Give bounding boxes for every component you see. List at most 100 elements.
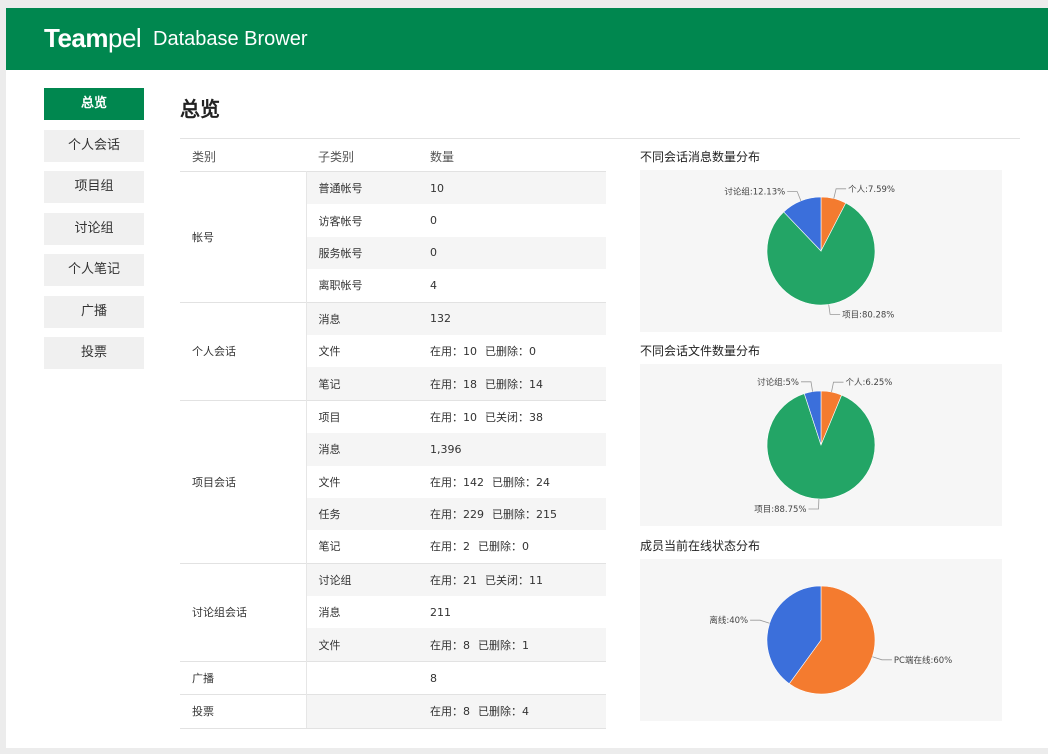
subcategory-cell: 普通帐号 (306, 171, 418, 205)
pie-leader-line (801, 381, 813, 392)
brand-bold: Team (44, 23, 109, 53)
count-value: 在用：18 (430, 377, 477, 391)
count-cell: 在用：8 已删除：1 (418, 628, 606, 662)
subcategory-cell: 消息 (306, 433, 418, 466)
count-value: 211 (430, 605, 451, 619)
category-cell: 个人会话 (180, 301, 307, 401)
table-row: 广播 8 (180, 660, 606, 695)
chart-title: 成员当前在线状态分布 (640, 539, 761, 553)
count-cell: 8 (418, 660, 606, 695)
count-value: 在用：229 (430, 508, 484, 522)
app-title: Database Brower (153, 28, 308, 50)
count-value: 4 (430, 278, 437, 292)
chart-area: PC端在线:60% 离线:40% (640, 559, 1002, 721)
category-cell: 投票 (180, 694, 307, 729)
header-category: 类别 (192, 149, 217, 164)
table-row: 投票 在用：8 已删除：4 (180, 694, 606, 729)
brand-logo: Teampel (44, 23, 142, 54)
count-value: 在用：10 (430, 345, 477, 359)
count-cell: 1,396 (418, 433, 606, 466)
subcategory-cell: 离职帐号 (318, 279, 363, 293)
table-row: 讨论组会话 讨论组 在用：21 已关闭：11 (180, 562, 606, 662)
count-cell: 在用：142 已删除：24 (418, 466, 606, 498)
count-cell: 在用：18 已删除：14 (418, 367, 606, 401)
count-value: 已关闭：38 (485, 410, 543, 424)
subcategory-cell (306, 660, 418, 695)
sidebar-item-5[interactable]: 广播 (44, 295, 144, 328)
count-value: 已删除：1 (478, 638, 529, 652)
chart-online-status: 成员当前在线状态分布 PC端在线:60% 离线:40% (640, 537, 1002, 721)
chart-title: 不同会话文件数量分布 (640, 344, 761, 358)
subcategory-cell: 笔记 (318, 540, 341, 554)
pie-leader-line (750, 619, 770, 624)
pie-slice-label: 项目:88.75% (754, 505, 806, 515)
subcategory-cell: 访客帐号 (318, 214, 363, 228)
count-value: 10 (430, 181, 444, 195)
count-value: 在用：10 (430, 410, 477, 424)
subcategory-cell: 文件 (318, 345, 341, 359)
chart-area: 个人:6.25% 项目:88.75% 讨论组:5% (640, 364, 1002, 526)
pie-leader-line (787, 191, 802, 202)
count-cell: 10 (418, 171, 606, 205)
subcategory-cell: 服务帐号 (306, 236, 418, 270)
sidebar-item-3[interactable]: 讨论组 (44, 212, 144, 245)
app-header: Teampel Database Brower (6, 8, 1048, 70)
header-subcategory: 子类别 (318, 149, 355, 164)
count-cell: 4 (418, 269, 606, 302)
chart-message-distribution: 不同会话消息数量分布 个人:7.59% 项目:80.28% 讨论组:12.13% (640, 148, 1002, 332)
count-value: 0 (430, 246, 437, 260)
count-cell: 在用：10 已关闭：38 (418, 399, 606, 434)
count-value: 在用：21 (430, 573, 477, 587)
pie-slice-label: 个人:7.59% (848, 185, 895, 195)
table-row: 帐号 普通帐号 10 (180, 171, 606, 303)
category-cell: 帐号 (180, 171, 307, 303)
count-value: 已删除：14 (485, 377, 543, 391)
sidebar-nav: 总览个人会话项目组讨论组个人笔记广播投票 (44, 88, 144, 379)
chart-area: 个人:7.59% 项目:80.28% 讨论组:12.13% (640, 170, 1002, 332)
sidebar-item-0[interactable]: 总览 (44, 88, 144, 120)
pie-chart-messages: 个人:7.59% 项目:80.28% 讨论组:12.13% (724, 185, 895, 321)
subcategory-cell: 消息 (318, 606, 341, 620)
sidebar-item-4[interactable]: 个人笔记 (44, 254, 144, 286)
header-count: 数量 (430, 149, 455, 164)
count-cell: 132 (418, 301, 606, 335)
pie-slice-label: 项目:80.28% (842, 310, 894, 320)
subcategory-cell: 笔记 (306, 367, 418, 401)
count-cell: 在用：21 已关闭：11 (418, 562, 606, 597)
sidebar-item-2[interactable]: 项目组 (44, 171, 144, 203)
count-cell: 0 (418, 236, 606, 270)
count-value: 已删除：0 (485, 345, 536, 359)
count-value: 0 (430, 214, 437, 228)
table-row: 个人会话 消息 132 (180, 301, 606, 401)
pie-leader-line (831, 381, 844, 393)
subcategory-cell (306, 694, 418, 729)
title-divider (180, 138, 1020, 139)
table-header-row: 类别 子类别 数量 (180, 141, 606, 172)
count-value: 在用：8 (430, 705, 470, 719)
count-cell: 在用：8 已删除：4 (418, 694, 606, 729)
count-cell: 在用：229 已删除：215 (418, 497, 606, 531)
category-cell: 讨论组会话 (180, 562, 307, 662)
app-window: Teampel Database Brower 总览 个人会话 项目组 讨论组 个人笔记… (6, 8, 1048, 748)
page-title: 总览 (180, 97, 220, 121)
subcategory-cell: 讨论组 (306, 562, 418, 597)
pie-chart-files: 个人:6.25% 项目:88.75% 讨论组:5% (754, 377, 892, 515)
count-value: 在用：8 (430, 638, 470, 652)
pie-chart-online: PC端在线:60% 离线:40% (709, 585, 952, 695)
chart-file-distribution: 不同会话文件数量分布 个人:6.25% 项目:88.75% 讨论组:5% (640, 342, 1002, 526)
pie-slice-label: 离线:40% (709, 615, 748, 626)
count-value: 在用：2 (430, 540, 470, 554)
count-cell: 0 (418, 204, 606, 236)
subcategory-cell: 文件 (306, 628, 418, 662)
count-value: 已删除：24 (492, 475, 550, 489)
pie-slice-label: 讨论组:12.13% (724, 187, 785, 198)
subcategory-cell: 项目 (306, 399, 418, 434)
chart-title: 不同会话消息数量分布 (640, 150, 761, 164)
subcategory-cell: 文件 (318, 475, 341, 489)
sidebar-item-1[interactable]: 个人会话 (44, 129, 144, 162)
count-value: 已删除：4 (478, 705, 529, 719)
sidebar-item-6[interactable]: 投票 (44, 337, 144, 369)
count-value: 8 (430, 671, 437, 685)
count-cell: 在用：10 已删除：0 (418, 335, 606, 367)
pie-leader-line (833, 188, 847, 199)
